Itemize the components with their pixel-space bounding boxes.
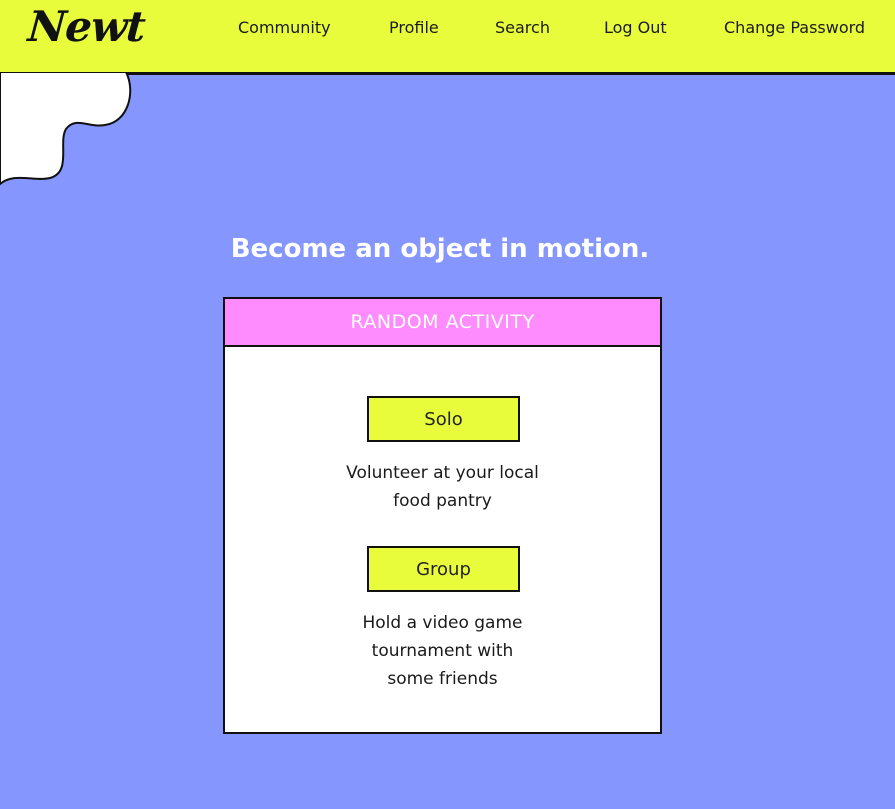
nav-profile-link[interactable]: Profile bbox=[389, 18, 439, 37]
group-button[interactable]: Group bbox=[367, 546, 520, 592]
group-activity-text: Hold a video game tournament with some f… bbox=[320, 609, 565, 693]
nav-logout-link[interactable]: Log Out bbox=[604, 18, 667, 37]
top-nav-bar: Newt Community Profile Search Log Out Ch… bbox=[0, 0, 895, 75]
page-headline: Become an object in motion. bbox=[230, 234, 650, 264]
random-activity-card: RANDOM ACTIVITY Solo Volunteer at your l… bbox=[223, 297, 662, 734]
page: Newt Community Profile Search Log Out Ch… bbox=[0, 0, 895, 809]
nav-search-link[interactable]: Search bbox=[495, 18, 550, 37]
newt-logo[interactable]: Newt bbox=[26, 2, 146, 51]
group-activity-line: Hold a video game bbox=[362, 613, 523, 633]
solo-activity-line: food pantry bbox=[393, 491, 492, 511]
group-activity-line: some friends bbox=[387, 669, 498, 689]
solo-button[interactable]: Solo bbox=[367, 396, 520, 442]
card-title: RANDOM ACTIVITY bbox=[225, 299, 660, 347]
solo-activity-line: Volunteer at your local bbox=[346, 463, 539, 483]
solo-activity-text: Volunteer at your local food pantry bbox=[320, 459, 565, 515]
nav-change-password-link[interactable]: Change Password bbox=[724, 18, 865, 37]
decorative-blob bbox=[0, 72, 132, 186]
nav-community-link[interactable]: Community bbox=[238, 18, 331, 37]
group-activity-line: tournament with bbox=[371, 641, 514, 661]
